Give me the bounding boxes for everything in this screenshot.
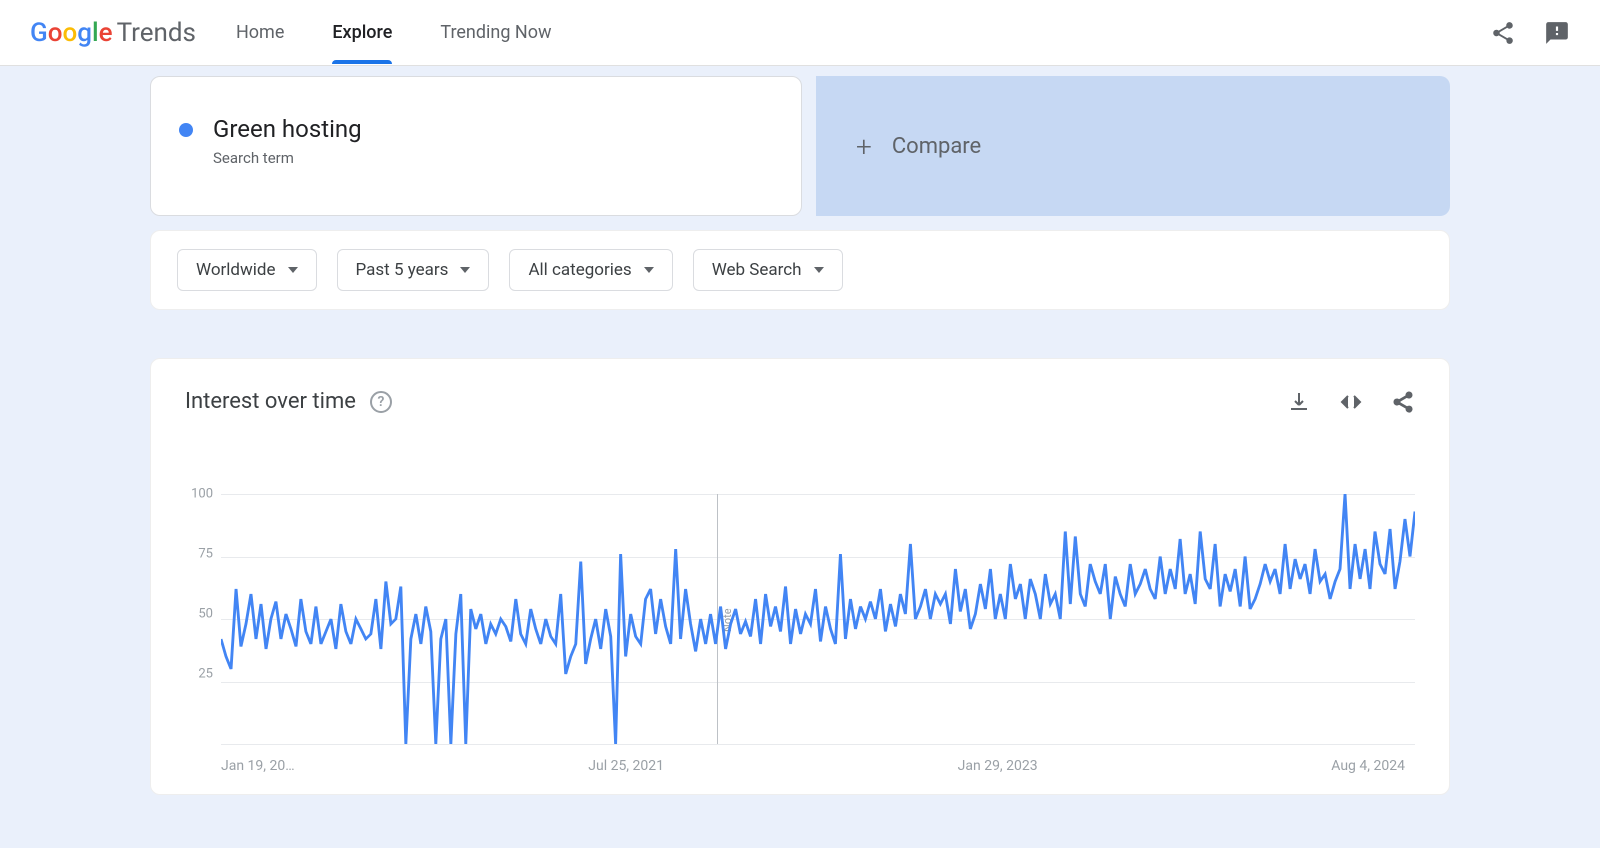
search-term-card[interactable]: Green hosting Search term <box>150 76 802 216</box>
plus-icon: + <box>856 130 872 163</box>
interest-over-time-card: Interest over time ? 100 75 50 25 <box>150 358 1450 795</box>
term-row: Green hosting Search term + Compare <box>150 76 1450 216</box>
filter-region-label: Worldwide <box>196 260 276 280</box>
logo-suffix: Trends <box>117 18 196 48</box>
share-icon[interactable] <box>1490 20 1516 46</box>
filter-region[interactable]: Worldwide <box>177 249 317 291</box>
logo[interactable]: Google Trends <box>30 18 196 48</box>
term-name: Green hosting <box>213 115 362 143</box>
chart-actions <box>1287 390 1415 414</box>
filter-time-label: Past 5 years <box>356 260 449 280</box>
chart-svg <box>221 494 1415 744</box>
filter-search-type-label: Web Search <box>712 260 802 280</box>
x-tick: Jan 19, 20… <box>221 758 295 774</box>
help-icon[interactable]: ? <box>370 391 392 413</box>
nav: Home Explore Trending Now <box>236 2 552 63</box>
feedback-icon[interactable] <box>1544 20 1570 46</box>
x-tick: Jan 29, 2023 <box>958 758 1038 774</box>
chart-area: 100 75 50 25 Note Jan 19, 20… Jul 25, 20… <box>185 494 1415 774</box>
filter-row: Worldwide Past 5 years All categories We… <box>150 230 1450 310</box>
chevron-down-icon <box>460 267 470 273</box>
y-tick: 100 <box>191 487 213 502</box>
chart-header: Interest over time ? <box>185 389 1415 414</box>
series-line <box>221 494 1415 744</box>
term-type: Search term <box>213 149 362 167</box>
compare-label: Compare <box>892 134 981 159</box>
header-actions <box>1490 20 1570 46</box>
filter-time[interactable]: Past 5 years <box>337 249 490 291</box>
chevron-down-icon <box>644 267 654 273</box>
y-tick: 25 <box>198 667 213 682</box>
nav-home[interactable]: Home <box>236 2 284 63</box>
chevron-down-icon <box>288 267 298 273</box>
query-section: Green hosting Search term + Compare Worl… <box>0 66 1600 310</box>
y-tick: 50 <box>198 607 213 622</box>
filter-search-type[interactable]: Web Search <box>693 249 843 291</box>
x-axis: Jan 19, 20… Jul 25, 2021 Jan 29, 2023 Au… <box>221 758 1415 774</box>
grid-line <box>221 744 1415 745</box>
plot-area: Note <box>221 494 1415 744</box>
app-header: Google Trends Home Explore Trending Now <box>0 0 1600 66</box>
term-text: Green hosting Search term <box>213 115 362 167</box>
series-dot-icon <box>179 123 193 137</box>
x-tick: Aug 4, 2024 <box>1331 758 1405 774</box>
download-icon[interactable] <box>1287 390 1311 414</box>
embed-icon[interactable] <box>1339 390 1363 414</box>
x-tick: Jul 25, 2021 <box>588 758 664 774</box>
nav-explore[interactable]: Explore <box>332 2 392 63</box>
filter-category-label: All categories <box>528 260 631 280</box>
share-icon[interactable] <box>1391 390 1415 414</box>
chevron-down-icon <box>814 267 824 273</box>
filter-category[interactable]: All categories <box>509 249 672 291</box>
nav-trending-now[interactable]: Trending Now <box>440 2 551 63</box>
chart-title: Interest over time <box>185 389 356 414</box>
y-tick: 75 <box>198 547 213 562</box>
y-axis: 100 75 50 25 <box>185 494 213 734</box>
add-compare-button[interactable]: + Compare <box>816 76 1450 216</box>
